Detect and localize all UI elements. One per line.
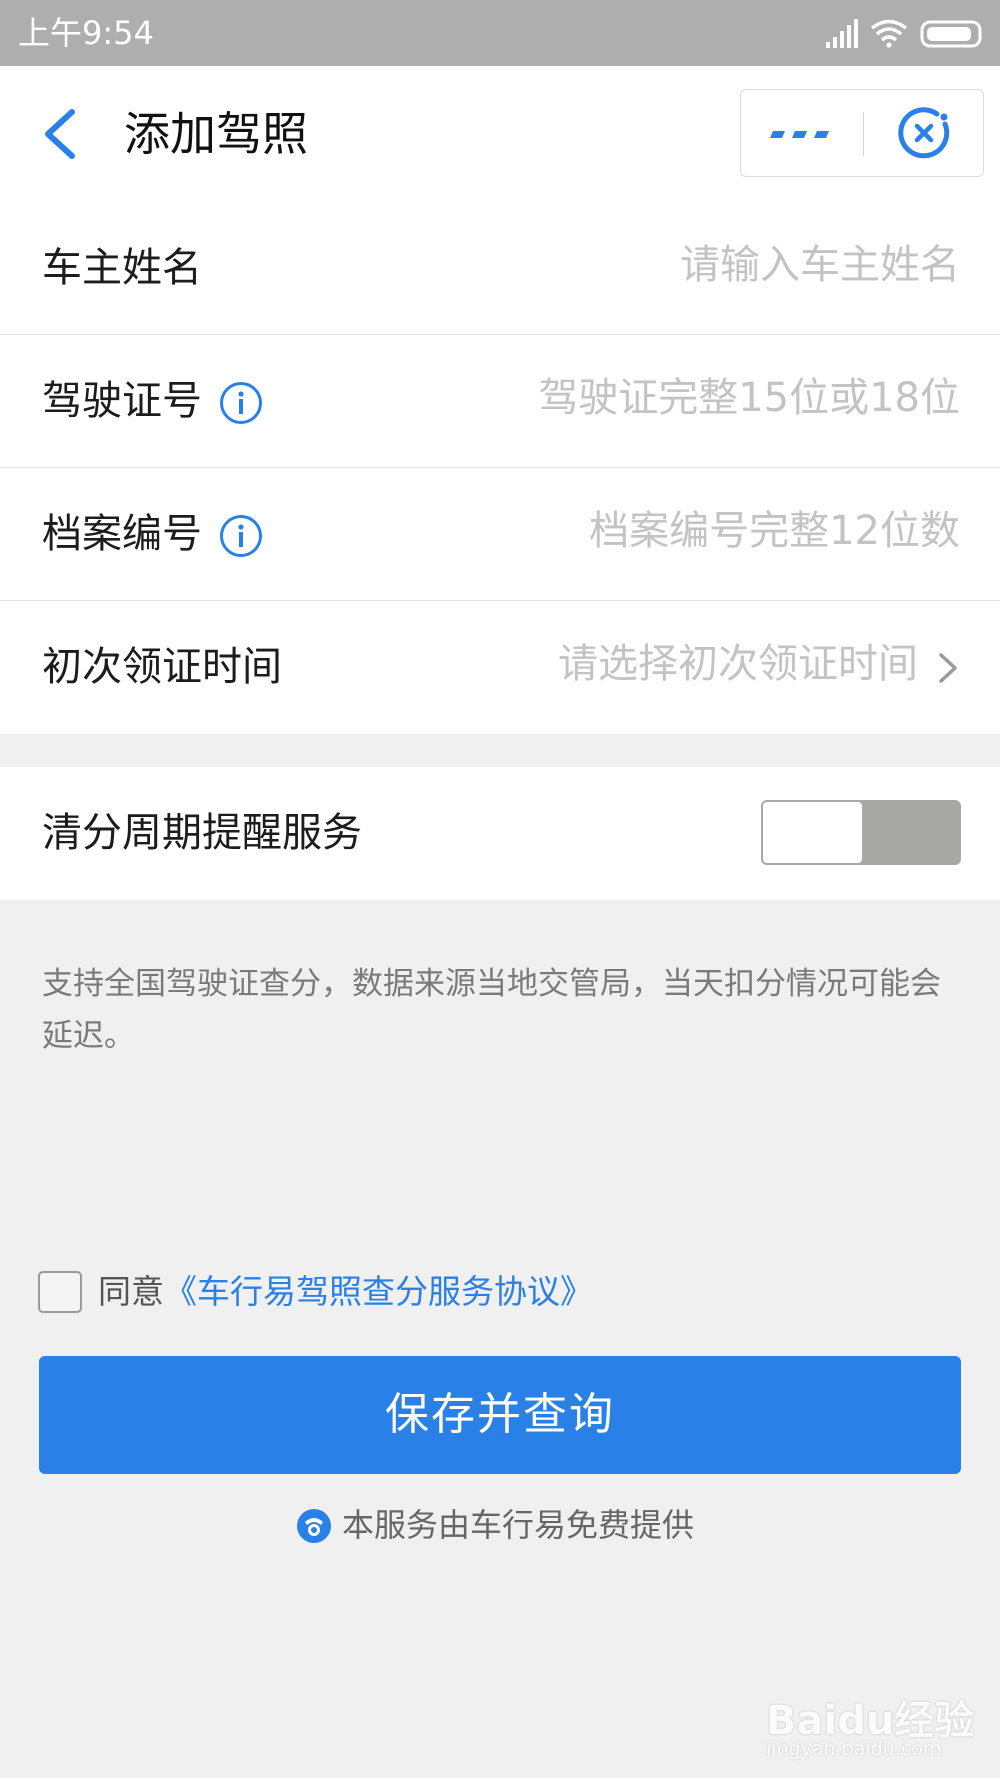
status-time: 上午9:54 (18, 14, 154, 52)
first-issue-date-picker[interactable]: 请选择初次领证时间 (558, 601, 918, 728)
owner-name-row[interactable]: 车主姓名 请输入车主姓名 (0, 202, 1000, 335)
battery-icon (920, 20, 982, 48)
provider-logo-icon (297, 1509, 331, 1543)
reminder-toggle[interactable] (761, 800, 961, 865)
owner-name-label: 车主姓名 (42, 245, 202, 291)
watermark-url: jingyan.baidu.com (766, 1738, 942, 1760)
close-circle-icon[interactable] (864, 90, 984, 178)
license-number-row[interactable]: 驾驶证号 驾驶证完整15位或18位 (0, 335, 1000, 468)
agreement-prefix: 同意 (98, 1272, 164, 1311)
owner-name-input[interactable]: 请输入车主姓名 (680, 202, 960, 329)
save-and-query-button[interactable]: 保存并查询 (39, 1356, 961, 1474)
agreement-link[interactable]: 《车行易驾照查分服务协议》 (164, 1272, 593, 1311)
provider-text: 本服务由车行易免费提供 (342, 1506, 695, 1544)
mini-program-capsule (740, 89, 984, 177)
first-issue-date-row[interactable]: 初次领证时间 请选择初次领证时间 (0, 601, 1000, 734)
baidu-jingyan-watermark: Baidu经验 jingyan.baidu.com (764, 1668, 984, 1768)
info-icon[interactable] (219, 381, 263, 425)
page-title: 添加驾照 (124, 107, 308, 161)
file-number-row[interactable]: 档案编号 档案编号完整12位数 (0, 468, 1000, 601)
first-issue-date-label: 初次领证时间 (42, 644, 282, 690)
info-icon[interactable] (219, 514, 263, 558)
file-number-input[interactable]: 档案编号完整12位数 (589, 468, 960, 595)
more-dots-icon[interactable] (741, 90, 863, 178)
file-number-label: 档案编号 (42, 511, 202, 557)
status-icons (826, 19, 982, 48)
license-form: 车主姓名 请输入车主姓名 驾驶证号 驾驶证完整15位或18位 档案编号 档案编号… (0, 202, 1000, 734)
nav-bar: 添加驾照 (0, 66, 1000, 202)
notice-text: 支持全国驾驶证查分，数据来源当地交管局，当天扣分情况可能会延迟。 (42, 966, 941, 1054)
chevron-right-icon (939, 653, 957, 683)
wifi-icon (870, 19, 908, 48)
reminder-label: 清分周期提醒服务 (42, 810, 362, 856)
reminder-row: 清分周期提醒服务 (0, 767, 1000, 900)
toggle-knob (763, 802, 862, 863)
status-bar: 上午9:54 (0, 0, 1000, 66)
back-arrow-icon[interactable] (38, 106, 88, 162)
screen: 上午9:54 添加驾照 车主姓名 请输入车主姓名 驾驶证号 驾驶证完整15位或1… (0, 0, 1000, 1778)
agreement-checkbox[interactable] (38, 1271, 82, 1313)
signal-icon (826, 19, 858, 48)
license-number-label: 驾驶证号 (42, 378, 202, 424)
license-number-input[interactable]: 驾驶证完整15位或18位 (538, 335, 960, 462)
agreement-text: 同意《车行易驾照查分服务协议》 (98, 1268, 593, 1316)
reminder-group: 清分周期提醒服务 (0, 767, 1000, 900)
